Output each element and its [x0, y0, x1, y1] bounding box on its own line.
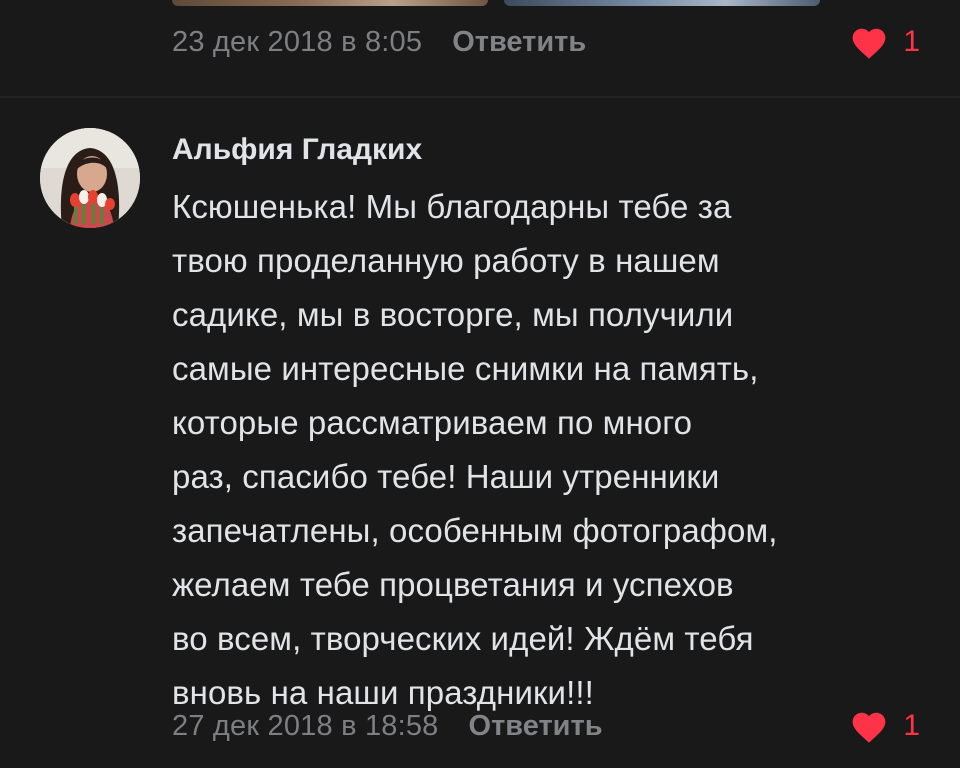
comment-text-line: раз, спасибо тебе! Наши утренники	[172, 458, 720, 495]
like-button[interactable]: 1	[849, 708, 920, 744]
previous-comment-footer: 23 дек 2018 в 8:05 Ответить 1	[172, 22, 920, 62]
comments-screen: 23 дек 2018 в 8:05 Ответить 1 Альфия Гла…	[0, 0, 960, 768]
like-count: 1	[903, 25, 920, 58]
attached-photos	[172, 0, 872, 6]
user-avatar-photo	[40, 128, 140, 228]
comment-text: Ксюшенька! Мы благодарны тебе за твою пр…	[172, 180, 942, 720]
comment-text-line: во всем, творческих идей! Ждём тебя	[172, 620, 754, 657]
like-button[interactable]: 1	[849, 24, 920, 60]
reply-button[interactable]: Ответить	[452, 26, 586, 59]
like-count: 1	[903, 709, 920, 742]
comment-text-line: твою проделанную работу в нашем	[172, 242, 720, 279]
heart-icon	[849, 708, 889, 744]
attached-photo[interactable]	[172, 0, 488, 6]
comment-date: 23 дек 2018 в 8:05	[172, 25, 423, 58]
comment-text-line: запечатлены, особенным фотографом,	[172, 512, 778, 549]
comment-text-line: которые рассматриваем по много	[172, 404, 693, 441]
attached-photo[interactable]	[504, 0, 820, 6]
comment-text-line: садике, мы в восторге, мы получили	[172, 296, 734, 333]
comment-date: 27 дек 2018 в 18:58	[172, 709, 439, 742]
comment-text-line: самые интересные снимки на память,	[172, 350, 759, 387]
avatar[interactable]	[40, 128, 140, 228]
comment-author[interactable]: Альфия Гладких	[172, 133, 422, 167]
comment-footer: 27 дек 2018 в 18:58 Ответить 1	[172, 706, 920, 746]
comment-text-line: Ксюшенька! Мы благодарны тебе за	[172, 188, 732, 225]
reply-button[interactable]: Ответить	[469, 710, 603, 743]
comment-divider	[0, 96, 960, 98]
comment-text-line: желаем тебе процветания и успехов	[172, 566, 734, 603]
heart-icon	[849, 24, 889, 60]
